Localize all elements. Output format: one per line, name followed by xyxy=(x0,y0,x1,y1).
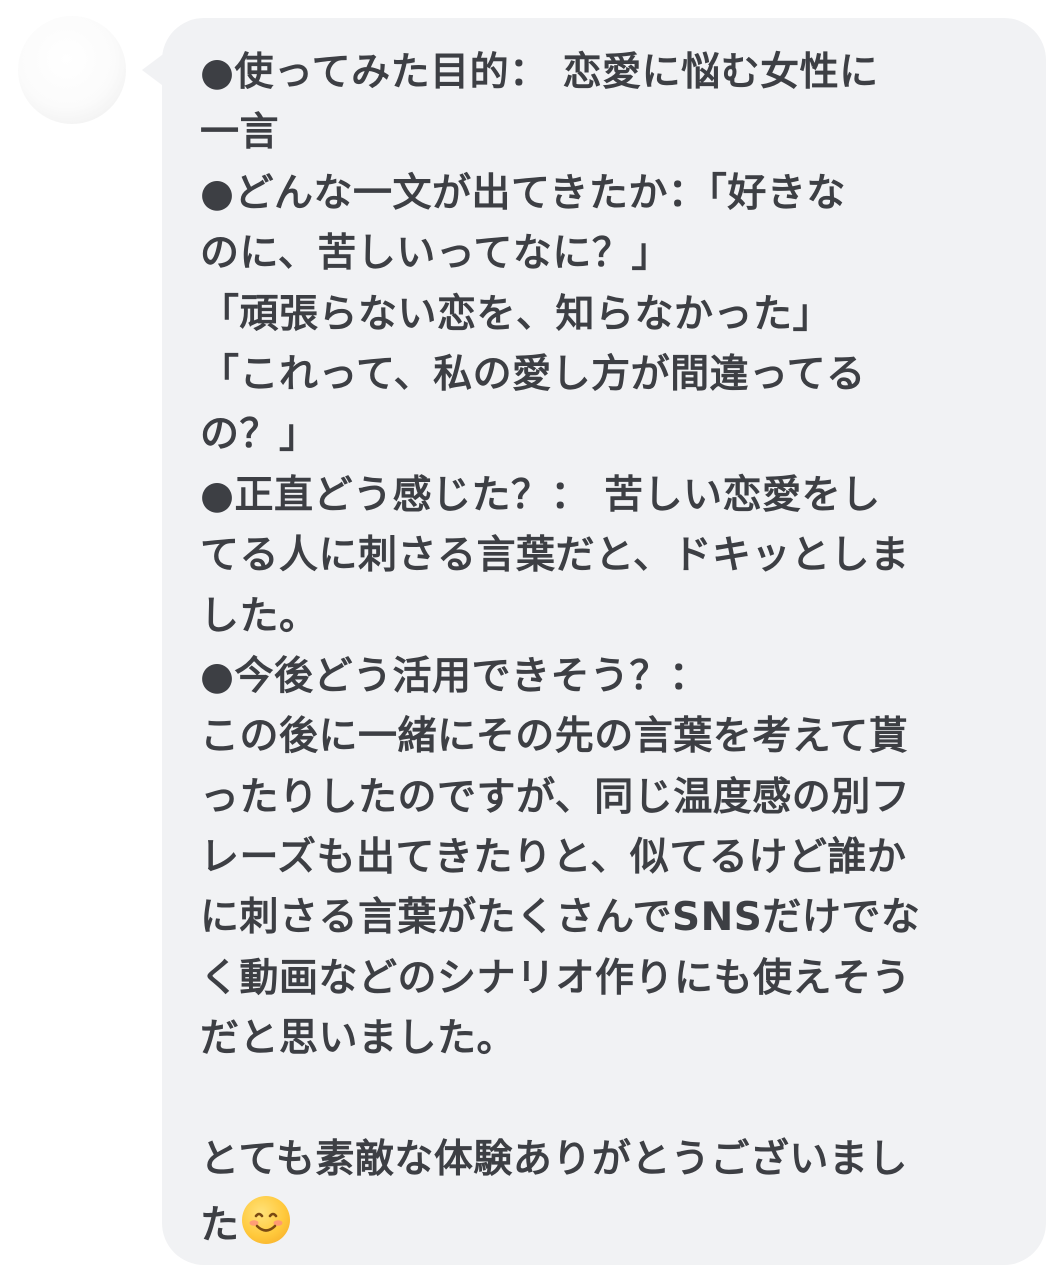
message-text: ●使ってみた目的： 恋愛に悩む女性に 一言 ●どんな一文が出てきたか：「好きな … xyxy=(200,43,1020,1251)
message-line: 「頑張らない恋を、知らなかった」 xyxy=(200,291,833,337)
message-last-line: た xyxy=(200,1190,1020,1250)
message-line: した。 xyxy=(200,593,319,639)
message-line: ●どんな一文が出てきたか：「好きな xyxy=(200,170,846,216)
message-line: ●今後どう活用できそう？： xyxy=(200,653,709,699)
message-line-text: た xyxy=(200,1203,240,1249)
message-line: だと思いました。 xyxy=(200,1016,517,1062)
message-line: 一言 xyxy=(200,110,280,156)
message-line: 「これって、私の愛し方が間違ってる xyxy=(200,351,866,397)
message-line: ●使ってみた目的： 恋愛に悩む女性に xyxy=(200,50,879,95)
message-line: の？」 xyxy=(200,412,319,458)
message-line: てる人に刺さる言葉だと、ドキッとしま xyxy=(200,533,910,579)
message-line: く動画などのシナリオ作りにも使えそう xyxy=(200,955,912,1001)
sender-avatar[interactable] xyxy=(18,16,126,124)
smiling-face-emoji-icon xyxy=(241,1196,290,1245)
message-line: ったりしたのですが、同じ温度感の別フ xyxy=(200,774,911,820)
message-line: レーズも出てきたりと、似てるけど誰か xyxy=(200,835,907,881)
message-line: のに、苦しいってなに？」 xyxy=(200,231,671,277)
message-line: この後に一緒にその先の言葉を考えて貰 xyxy=(200,714,909,760)
message-line: とても素敵な体験ありがとうございまし xyxy=(200,1137,908,1183)
message-line: ●正直どう感じた？： 苦しい恋愛をし xyxy=(200,472,881,518)
message-line: に刺さる言葉がたくさんでSNSだけでな xyxy=(200,895,921,941)
